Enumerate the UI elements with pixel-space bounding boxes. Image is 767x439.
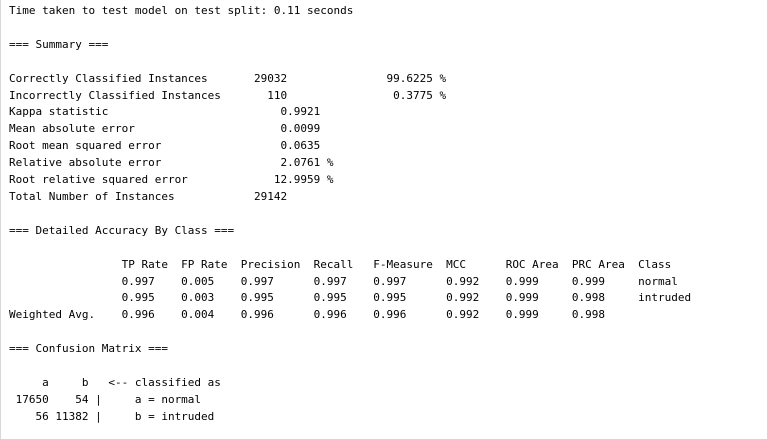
summary-kappa: Kappa statistic 0.9921	[9, 105, 321, 119]
accuracy-row-weighted-avg: Weighted Avg. 0.996 0.004 0.996 0.996 0.…	[9, 308, 606, 322]
confusion-matrix-header: a b <-- classified as	[9, 375, 221, 389]
classifier-output-pane[interactable]: Time taken to test model on test split: …	[0, 0, 767, 439]
confusion-matrix-row-normal: 17650 54 | a = normal	[9, 392, 202, 406]
accuracy-row-normal: 0.997 0.005 0.997 0.997 0.997 0.992 0.99…	[9, 274, 678, 288]
summary-incorrectly-classified: Incorrectly Classified Instances 110 0.3…	[9, 88, 447, 102]
summary-root-relative-squared-error: Root relative squared error 12.9959 %	[9, 173, 334, 187]
confusion-matrix-row-intruded: 56 11382 | b = intruded	[9, 409, 215, 423]
summary-root-mean-squared-error: Root mean squared error 0.0635	[9, 139, 321, 153]
summary-correctly-classified: Correctly Classified Instances 29032 99.…	[9, 71, 447, 85]
confusion-matrix-heading: === Confusion Matrix ===	[9, 342, 168, 356]
summary-mean-absolute-error: Mean absolute error 0.0099	[9, 122, 321, 136]
accuracy-heading: === Detailed Accuracy By Class ===	[9, 223, 235, 237]
summary-total-instances: Total Number of Instances 29142	[9, 189, 288, 203]
accuracy-row-intruded: 0.995 0.003 0.995 0.995 0.995 0.992 0.99…	[9, 291, 692, 305]
classifier-output-text: Time taken to test model on test split: …	[9, 3, 691, 426]
output-line-test-time: Time taken to test model on test split: …	[9, 4, 354, 17]
summary-heading: === Summary ===	[9, 37, 109, 51]
summary-relative-absolute-error: Relative absolute error 2.0761 %	[9, 156, 334, 170]
accuracy-table-header: TP Rate FP Rate Precision Recall F-Measu…	[9, 257, 672, 271]
